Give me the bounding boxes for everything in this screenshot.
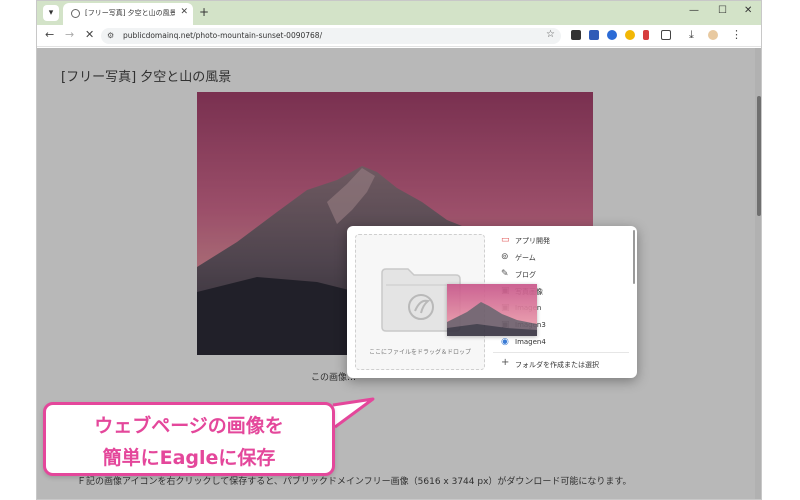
forward-arrow-icon[interactable]: → bbox=[65, 28, 74, 41]
monitor-icon: ▭ bbox=[501, 235, 510, 245]
tab-strip: ▾ [フリー写真] 夕空と山の風景 | パ ✕ + — ☐ ✕ bbox=[37, 1, 761, 25]
callout-line-1: ウェブページの画像を bbox=[94, 415, 284, 437]
tab-favicon-icon bbox=[71, 9, 80, 18]
close-window-button[interactable]: ✕ bbox=[744, 5, 752, 16]
gamepad-icon: ⊚ bbox=[501, 252, 509, 262]
address-bar[interactable]: ⚙ publicdomainq.net/photo-mountain-sunse… bbox=[101, 28, 561, 44]
promo-callout: ウェブページの画像を 簡単にEagleに保存 bbox=[43, 402, 335, 476]
tab-active[interactable]: [フリー写真] 夕空と山の風景 | パ ✕ bbox=[63, 3, 193, 25]
folder-label: アプリ開発 bbox=[515, 237, 550, 245]
extension-1-icon[interactable] bbox=[571, 30, 581, 40]
back-arrow-icon[interactable]: ← bbox=[45, 28, 54, 41]
extension-4-icon[interactable] bbox=[625, 30, 635, 40]
download-icon[interactable]: ⤓ bbox=[689, 28, 694, 42]
browser-toolbar: ← → ✕ ⚙ publicdomainq.net/photo-mountain… bbox=[37, 25, 761, 47]
minimize-button[interactable]: — bbox=[689, 5, 699, 16]
popup-scrollbar[interactable] bbox=[633, 230, 635, 284]
tab-search-button[interactable]: ▾ bbox=[43, 5, 59, 21]
callout-line-2: 簡単にEagleに保存 bbox=[102, 447, 276, 469]
create-folder-label: フォルダを作成または選択 bbox=[515, 361, 599, 369]
bookmark-star-icon[interactable]: ☆ bbox=[546, 29, 555, 40]
folder-item-app-dev[interactable]: ▭ アプリ開発 bbox=[497, 232, 627, 248]
folder-label: Imagen4 bbox=[515, 338, 546, 346]
new-tab-button[interactable]: + bbox=[199, 5, 209, 19]
url-text: publicdomainq.net/photo-mountain-sunset-… bbox=[123, 31, 323, 40]
extensions-puzzle-icon[interactable] bbox=[661, 30, 671, 40]
folder-item-blog[interactable]: ✎ ブログ bbox=[497, 266, 627, 282]
extension-3-icon[interactable] bbox=[607, 30, 617, 40]
pen-icon: ✎ bbox=[501, 269, 509, 279]
callout-pointer bbox=[332, 397, 375, 429]
maximize-button[interactable]: ☐ bbox=[718, 5, 727, 16]
stop-loading-icon[interactable]: ✕ bbox=[85, 28, 94, 41]
tab-title: [フリー写真] 夕空と山の風景 | パ bbox=[85, 9, 175, 17]
tab-close-icon[interactable]: ✕ bbox=[180, 7, 188, 17]
menu-kebab-icon[interactable]: ⋮ bbox=[731, 28, 742, 41]
folder-label: ブログ bbox=[515, 271, 536, 279]
dragged-image-thumbnail[interactable] bbox=[447, 284, 537, 336]
plus-icon: + bbox=[501, 357, 510, 368]
folder-label: ゲーム bbox=[515, 254, 536, 262]
site-info-icon[interactable]: ⚙ bbox=[107, 31, 114, 40]
drop-hint: ここにファイルをドラッグ＆ドロップ bbox=[368, 349, 471, 356]
popup-divider bbox=[493, 352, 629, 353]
extension-2-icon[interactable] bbox=[589, 30, 599, 40]
profile-avatar[interactable] bbox=[708, 30, 718, 40]
extension-5-icon[interactable] bbox=[643, 30, 649, 40]
create-folder-button[interactable]: + フォルダを作成または選択 bbox=[497, 356, 627, 372]
folder-item-game[interactable]: ⊚ ゲーム bbox=[497, 249, 627, 265]
chevron-down-icon: ▾ bbox=[48, 8, 54, 18]
globe-icon: ◉ bbox=[501, 337, 509, 347]
folder-item-imagen4[interactable]: ◉ Imagen4 bbox=[497, 334, 627, 350]
